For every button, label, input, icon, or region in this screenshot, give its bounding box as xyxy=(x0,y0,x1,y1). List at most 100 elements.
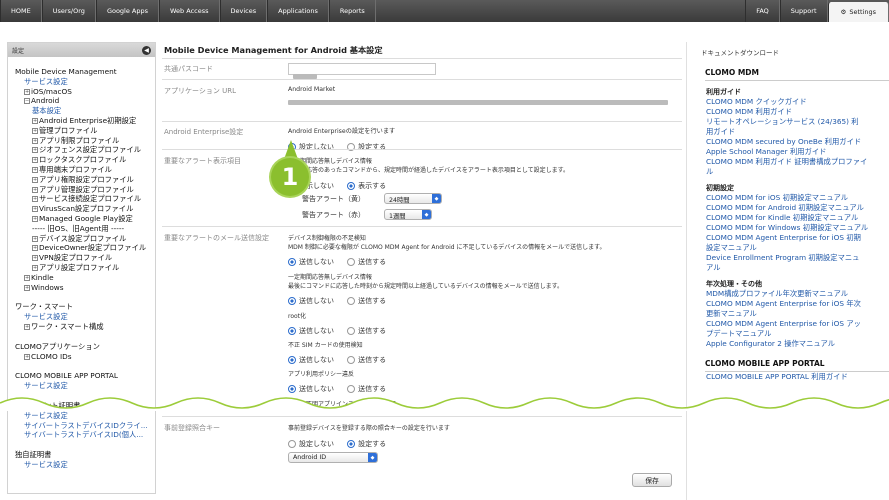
nav-users-org[interactable]: Users/Org xyxy=(41,0,96,22)
doc-link[interactable]: CLOMO MDM Agent Enterprise for iOS 年次 xyxy=(706,299,889,309)
prereg-radio-on[interactable]: 設定する xyxy=(347,439,386,449)
nav-home[interactable]: HOME xyxy=(0,0,42,22)
expand-icon[interactable]: + xyxy=(32,186,38,193)
doc-link[interactable]: プデートマニュアル xyxy=(706,329,889,339)
tree-item[interactable]: + アプリ制限プロファイル xyxy=(15,136,155,146)
nav-reports[interactable]: Reports xyxy=(328,0,376,22)
expand-icon[interactable]: + xyxy=(24,323,30,330)
tree-item[interactable]: + VirusScan設定プロファイル xyxy=(15,204,155,214)
expand-icon[interactable]: + xyxy=(24,284,30,291)
nav-support[interactable]: Support xyxy=(779,0,828,22)
alert-radio-show[interactable]: 表示する xyxy=(347,181,386,191)
doc-link[interactable]: MDM構成プロファイル年次更新マニュアル xyxy=(706,289,889,299)
doc-link[interactable]: CLOMO MDM for Windows 初期設定マニュアル xyxy=(706,223,889,233)
tree-item-own-cert-service[interactable]: サービス設定 xyxy=(15,460,155,470)
expand-icon[interactable]: + xyxy=(32,127,38,134)
doc-link[interactable]: CLOMO MDM 利用ガイド xyxy=(706,107,889,117)
collapse-icon[interactable]: ◀ xyxy=(142,45,151,55)
expand-icon[interactable]: + xyxy=(32,235,38,242)
tree-item[interactable]: + サービス接続設定プロファイル xyxy=(15,194,155,204)
tree-item-mdm-service[interactable]: サービス設定 xyxy=(15,77,155,87)
m4-radio-on[interactable]: 送信する xyxy=(347,355,386,365)
tree-item[interactable]: + アプリ設定プロファイル xyxy=(15,263,155,273)
tree-item-windows[interactable]: + Windows xyxy=(15,283,155,293)
m2-radio-on[interactable]: 送信する xyxy=(347,296,386,306)
doc-link[interactable]: CLOMO MDM secured by OneBe 利用ガイド xyxy=(706,137,889,147)
tree-item-kindle[interactable]: + Kindle xyxy=(15,273,155,283)
alert-red-select[interactable]: 1週間 ◆ xyxy=(384,209,432,220)
nav-devices[interactable]: Devices xyxy=(219,0,268,22)
doc-link[interactable]: Apple Configurator 2 操作マニュアル xyxy=(706,339,889,349)
m1-radio-off[interactable]: 送信しない xyxy=(288,257,334,267)
doc-link[interactable]: CLOMO MDM Agent Enterprise for iOS 初期 xyxy=(706,233,889,243)
expand-icon[interactable]: + xyxy=(32,166,38,173)
doc-link[interactable]: CLOMO MDM for Android 初期設定マニュアル xyxy=(706,203,889,213)
doc-link[interactable]: CLOMO MDM クイックガイド xyxy=(706,97,889,107)
tree-item-ios[interactable]: + iOS/macOS xyxy=(15,87,155,97)
doc-link[interactable]: 設定マニュアル xyxy=(706,243,889,253)
collapse-tree-icon[interactable]: − xyxy=(24,98,30,105)
tree-item[interactable]: + DeviceOwner設定プロファイル xyxy=(15,243,155,253)
doc-link[interactable]: CLOMO MDM 利用ガイド 証明書構成プロファイ xyxy=(706,157,889,167)
doc-link[interactable]: リモートオペレーションサービス (24/365) 利 xyxy=(706,117,889,127)
tree-item-cert-service[interactable]: サービス設定 xyxy=(15,411,155,421)
tree-item[interactable]: + ロックタスクプロファイル xyxy=(15,155,155,165)
passcode-input[interactable] xyxy=(288,63,436,79)
save-button[interactable]: 保存 xyxy=(632,473,672,487)
expand-icon[interactable]: + xyxy=(24,353,30,360)
doc-link[interactable]: アル xyxy=(706,263,889,273)
tree-item[interactable]: + 管理プロファイル xyxy=(15,126,155,136)
tree-item[interactable]: + VPN設定プロファイル xyxy=(15,253,155,263)
expand-icon[interactable]: + xyxy=(32,264,38,271)
tree-item[interactable]: + デバイス設定プロファイル xyxy=(15,234,155,244)
expand-icon[interactable]: + xyxy=(24,274,30,281)
m3-radio-on[interactable]: 送信する xyxy=(347,326,386,336)
tree-item[interactable]: + Android Enterprise初期設定 xyxy=(15,116,155,126)
prereg-key-select[interactable]: Android ID ◆ xyxy=(288,452,378,463)
tree-item-basic-settings[interactable]: 基本設定 xyxy=(15,106,155,116)
tree-item[interactable]: + アプリ権限設定プロファイル xyxy=(15,175,155,185)
alert-yellow-select[interactable]: 24時間 ◆ xyxy=(384,193,442,204)
expand-icon[interactable]: + xyxy=(32,196,38,203)
tree-item[interactable]: + Managed Google Play設定 xyxy=(15,214,155,224)
doc-link[interactable]: ル xyxy=(706,167,889,177)
tree-item-cybertrust-2[interactable]: サイバートラストデバイスID(個人... xyxy=(15,430,155,440)
doc-link[interactable]: Device Enrollment Program 初期設定マニュ xyxy=(706,253,889,263)
nav-settings[interactable]: ⚙ Settings xyxy=(827,2,889,22)
nav-faq[interactable]: FAQ xyxy=(745,0,780,22)
expand-icon[interactable]: + xyxy=(32,157,38,164)
m1-radio-on[interactable]: 送信する xyxy=(347,257,386,267)
expand-icon[interactable]: + xyxy=(32,245,38,252)
tree-item-cybertrust-1[interactable]: サイバートラストデバイスIDクライ... xyxy=(15,421,155,431)
tree-item-portal-service[interactable]: サービス設定 xyxy=(15,381,155,391)
doc-link[interactable]: Apple School Manager 利用ガイド xyxy=(706,147,889,157)
nav-web-access[interactable]: Web Access xyxy=(159,0,220,22)
m4-radio-off[interactable]: 送信しない xyxy=(288,355,334,365)
doc-link[interactable]: 更新マニュアル xyxy=(706,309,889,319)
expand-icon[interactable]: + xyxy=(32,176,38,183)
doc-link[interactable]: 用ガイド xyxy=(706,127,889,137)
tree-item[interactable]: + アプリ管理設定プロファイル xyxy=(15,185,155,195)
tree-item-clomo-ids[interactable]: + CLOMO IDs xyxy=(15,352,155,362)
nav-applications[interactable]: Applications xyxy=(267,0,329,22)
tree-item[interactable]: + 専用端末プロファイル xyxy=(15,165,155,175)
nav-google-apps[interactable]: Google Apps xyxy=(95,0,160,22)
prereg-radio-off[interactable]: 設定しない xyxy=(288,439,334,449)
expand-icon[interactable]: + xyxy=(32,147,38,154)
expand-icon[interactable]: + xyxy=(24,88,30,95)
m2-radio-off[interactable]: 送信しない xyxy=(288,296,334,306)
expand-icon[interactable]: + xyxy=(32,137,38,144)
doc-link[interactable]: CLOMO MDM for iOS 初期設定マニュアル xyxy=(706,193,889,203)
expand-icon[interactable]: + xyxy=(32,206,38,213)
doc-link[interactable]: CLOMO MDM for Kindle 初期設定マニュアル xyxy=(706,213,889,223)
expand-icon[interactable]: + xyxy=(32,117,38,124)
doc-link[interactable]: CLOMO MDM Agent Enterprise for iOS アッ xyxy=(706,319,889,329)
tree-item-android[interactable]: − Android xyxy=(15,96,155,106)
expand-icon[interactable]: + xyxy=(32,215,38,222)
tree-item-ws-config[interactable]: + ワーク・スマート構成 xyxy=(15,322,155,332)
m3-radio-off[interactable]: 送信しない xyxy=(288,326,334,336)
tree-item[interactable]: + ジオフェンス設定プロファイル xyxy=(15,145,155,155)
tree-item-ws-service[interactable]: サービス設定 xyxy=(15,312,155,322)
doc-link[interactable]: CLOMO MOBILE APP PORTAL 利用ガイド xyxy=(706,372,889,382)
expand-icon[interactable]: + xyxy=(32,255,38,262)
